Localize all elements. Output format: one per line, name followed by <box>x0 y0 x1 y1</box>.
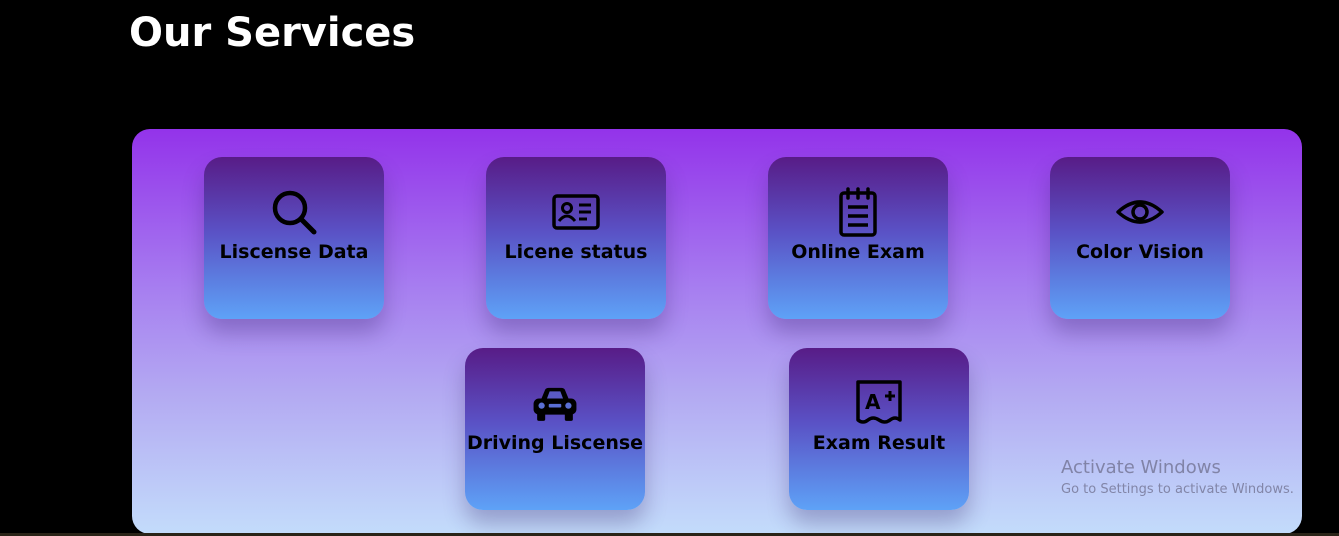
services-page: Our Services Liscense Data Licene status… <box>0 0 1339 536</box>
search-icon <box>269 187 319 237</box>
car-icon <box>530 378 580 428</box>
service-label: Online Exam <box>791 241 925 263</box>
id-card-icon <box>551 187 601 237</box>
notepad-icon <box>833 187 883 237</box>
service-card-online-exam[interactable]: Online Exam <box>768 157 948 319</box>
svg-text:A: A <box>865 390 881 414</box>
watermark-title: Activate Windows <box>1061 457 1221 478</box>
service-card-color-vision[interactable]: Color Vision <box>1050 157 1230 319</box>
eye-icon <box>1115 187 1165 237</box>
service-label: Exam Result <box>812 432 946 454</box>
grade-a-plus-icon: A <box>854 378 904 428</box>
service-card-license-status[interactable]: Licene status <box>486 157 666 319</box>
service-label: Liscense Data <box>219 241 369 263</box>
section-title: Our Services <box>129 10 416 56</box>
watermark-subtitle: Go to Settings to activate Windows. <box>1061 482 1294 497</box>
service-label: Licene status <box>504 241 648 263</box>
activate-windows-watermark: Activate Windows Go to Settings to activ… <box>1061 457 1294 497</box>
service-card-license-data[interactable]: Liscense Data <box>204 157 384 319</box>
service-card-exam-result[interactable]: A Exam Result <box>789 348 969 510</box>
service-card-driving-license[interactable]: Driving Liscense <box>465 348 645 510</box>
service-label: Color Vision <box>1076 241 1204 263</box>
service-label: Driving Liscense <box>466 432 644 454</box>
